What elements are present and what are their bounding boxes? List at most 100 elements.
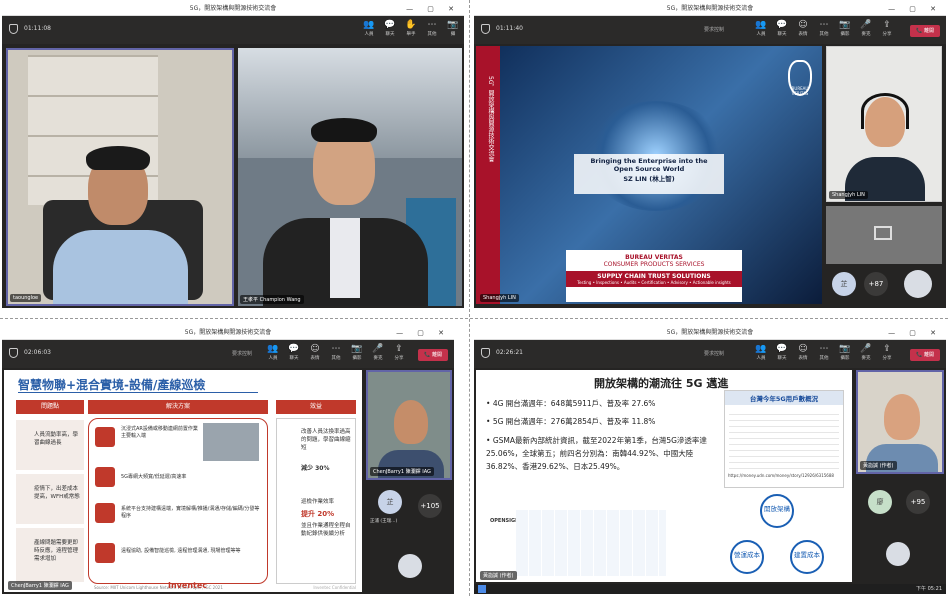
meeting-controls: 02:26:21 要求控制 👥 人員 💬 聊天 ☺ 表情 ⋯ 其他 📷 攝影 🎤 麥克 ⇪ 分… [474, 340, 946, 368]
share-button[interactable]: ⇪ 分享 [390, 343, 408, 361]
title-bar: 5G，開放架構與開源技術交流會 — ▢ ✕ [474, 2, 946, 16]
horizontal-divider [0, 318, 948, 319]
camera-button[interactable]: 📷 攝影 [348, 343, 366, 361]
benefits-frame: 改善人員汰換率過高的問題，學習曲線縮短 減少 30% 巡檢作業效率 提升 20%… [276, 418, 356, 584]
people-icon: 👥 [267, 344, 279, 354]
stats-box-link: https://money.udn.com/money/story/12926/… [728, 473, 834, 478]
camera-button[interactable]: 📷 攝影 [836, 343, 854, 361]
person-head [394, 400, 428, 444]
mic-button[interactable]: 🎤 麥克 [857, 19, 875, 37]
title-bar: 5G，開放架構與開源技術交流會 — ▢ ✕ [2, 326, 454, 340]
slide-brand: Inventec [168, 581, 207, 590]
participant-avatar[interactable]: 廖 [868, 490, 892, 514]
request-control-button[interactable]: 要求控制 [704, 350, 724, 357]
reactions-button[interactable]: ☺ 表情 [794, 343, 812, 361]
window-controls[interactable]: — ▢ ✕ [396, 326, 450, 340]
camera-icon: 📷 [839, 20, 851, 30]
participant-label: 正浦 (王瑞...) [370, 519, 398, 524]
more-icon: ⋯ [819, 344, 829, 354]
stats-box-lines [729, 409, 839, 469]
meeting-window-bottom-left: 5G，開放架構與開源技術交流會 — ▢ ✕ 02:06:03 要求控制 👥 人員 💬… [2, 326, 454, 594]
presenter-name: Shangjyh LIN [480, 294, 519, 302]
more-button[interactable]: ⋯ 其他 [815, 343, 833, 361]
window-controls[interactable]: — ▢ ✕ [888, 326, 942, 340]
meeting-controls: 01:11:08 👥 人員 💬 聊天 ✋ 舉手 ⋯ 其他 📷 攝 [2, 16, 464, 44]
share-button[interactable]: ⇪ 分享 [878, 19, 896, 37]
shared-slide: 開放架構的潮流往 5G 邁進 • 4G 開台滿週年：648萬5911戶、普及率 … [476, 370, 852, 582]
participant-thumbnail[interactable] [886, 542, 910, 566]
sct-band: SUPPLY CHAIN TRUST SOLUTIONS Testing • I… [566, 271, 742, 287]
meeting-window-bottom-right: 5G，開放架構與開源技術交流會 — ▢ ✕ 02:26:21 要求控制 👥 人員 💬… [474, 326, 946, 594]
taskbar-clock[interactable]: 下午 05:21 [916, 585, 942, 592]
leave-button[interactable]: 📞 離開 [418, 349, 448, 361]
leave-button[interactable]: 📞 離開 [910, 349, 940, 361]
video-tile-1: taoungloe [6, 48, 234, 306]
raise-hand-button[interactable]: ✋ 舉手 [402, 19, 420, 37]
more-button[interactable]: ⋯ 其他 [423, 19, 441, 37]
more-button[interactable]: ⋯ 其他 [815, 19, 833, 37]
camera-button[interactable]: 📷 攝 [444, 19, 462, 37]
reactions-button[interactable]: ☺ 表情 [306, 343, 324, 361]
participant-name: Shangjyh LIN [829, 191, 868, 199]
chat-button[interactable]: 💬 聊天 [285, 343, 303, 361]
more-participants-count[interactable]: +95 [906, 490, 930, 514]
share-icon: ⇪ [395, 344, 403, 354]
slide-title: 智慧物聯+混合實境-設備/產線巡檢 [18, 378, 206, 392]
mic-icon: 🎤 [860, 20, 872, 30]
participant-avatar[interactable]: 芷 [832, 272, 856, 296]
bullet-2: • 5G 開台滿週年：276萬2854戶、普及率 11.8% [486, 417, 656, 426]
vr-icon [95, 427, 115, 447]
more-participants-count[interactable]: +105 [418, 494, 442, 518]
gear-icon [95, 503, 115, 523]
cycle-top: 開放架構 [760, 494, 794, 528]
people-button[interactable]: 👥 人員 [752, 343, 770, 361]
heatmap-table [516, 510, 666, 576]
participant-name: taoungloe [10, 294, 42, 302]
chat-button[interactable]: 💬 聊天 [381, 19, 399, 37]
problem-1: 人員流動率高，學習曲線過長 [16, 420, 84, 470]
video-tile-presenter: 黃詣誠 (作者) [856, 370, 944, 474]
people-button[interactable]: 👥 人員 [264, 343, 282, 361]
chat-button[interactable]: 💬 聊天 [773, 343, 791, 361]
people-button[interactable]: 👥 人員 [360, 19, 378, 37]
more-button[interactable]: ⋯ 其他 [327, 343, 345, 361]
participant-thumbnail[interactable] [398, 554, 422, 578]
problem-2: 疫情下，出差成本提高，WFH或常態 [16, 474, 84, 524]
video-tile-presenter: Shangjyh LIN [826, 46, 942, 202]
mic-button[interactable]: 🎤 麥克 [857, 343, 875, 361]
meeting-controls: 02:06:03 要求控制 👥 人員 💬 聊天 ☺ 表情 ⋯ 其他 📷 攝影 🎤 麥克 ⇪ 分… [2, 340, 454, 368]
request-control-button[interactable]: 要求控制 [232, 350, 252, 357]
shield-icon [481, 348, 490, 358]
video-tile-presenter: ChenJBarry1 陳瀾鐸 IAG [366, 370, 452, 480]
mic-button[interactable]: 🎤 麥克 [369, 343, 387, 361]
share-button[interactable]: ⇪ 分享 [878, 343, 896, 361]
window-controls[interactable]: — ▢ ✕ [888, 2, 942, 16]
people-button[interactable]: 👥 人員 [752, 19, 770, 37]
participant-name: 王孝平 Champion Wang [240, 295, 304, 304]
start-icon[interactable] [478, 585, 486, 593]
leave-button[interactable]: 📞 離開 [910, 25, 940, 37]
more-participants-count[interactable]: +87 [864, 272, 888, 296]
people-icon: 👥 [755, 20, 767, 30]
stats-box: 台灣今年5G用戶數概況 https://money.udn.com/money/… [724, 390, 844, 488]
chat-icon: 💬 [288, 344, 300, 354]
participant-name: ChenJBarry1 陳瀾鐸 IAG [370, 467, 434, 476]
reactions-button[interactable]: ☺ 表情 [794, 19, 812, 37]
camera-button[interactable]: 📷 攝影 [836, 19, 854, 37]
participant-thumbnail[interactable] [904, 270, 932, 298]
header-solutions: 解決方案 [88, 400, 268, 414]
request-control-button[interactable]: 要求控制 [704, 26, 724, 33]
chat-button[interactable]: 💬 聊天 [773, 19, 791, 37]
video-tile-2: 王孝平 Champion Wang [238, 48, 462, 306]
window-controls[interactable]: — ▢ ✕ [406, 2, 460, 16]
title-bar: 5G，開放架構與開源技術交流會 — ▢ ✕ [474, 326, 946, 340]
bullet-3: • GSMA最新內部統計資訊，截至2022年第1季，台灣5G滲透率達25.06%… [486, 436, 707, 471]
participant-avatar[interactable]: 芷 [378, 490, 402, 514]
bv-name: BUREAU VERITAS [625, 254, 683, 261]
person-hair [86, 146, 150, 170]
benefit-5: 並且作業通程全程自動紀錄供後續分析 [301, 523, 351, 537]
shared-slide: 5G，開放架構與開源技術交流會 BUREAU VERITAS Bringing … [476, 46, 822, 304]
bullet-1: • 4G 開台滿週年：648萬5911戶、普及率 27.6% [486, 399, 656, 408]
people-icon: 👥 [755, 344, 767, 354]
stats-box-title: 台灣今年5G用戶數概況 [725, 391, 843, 405]
